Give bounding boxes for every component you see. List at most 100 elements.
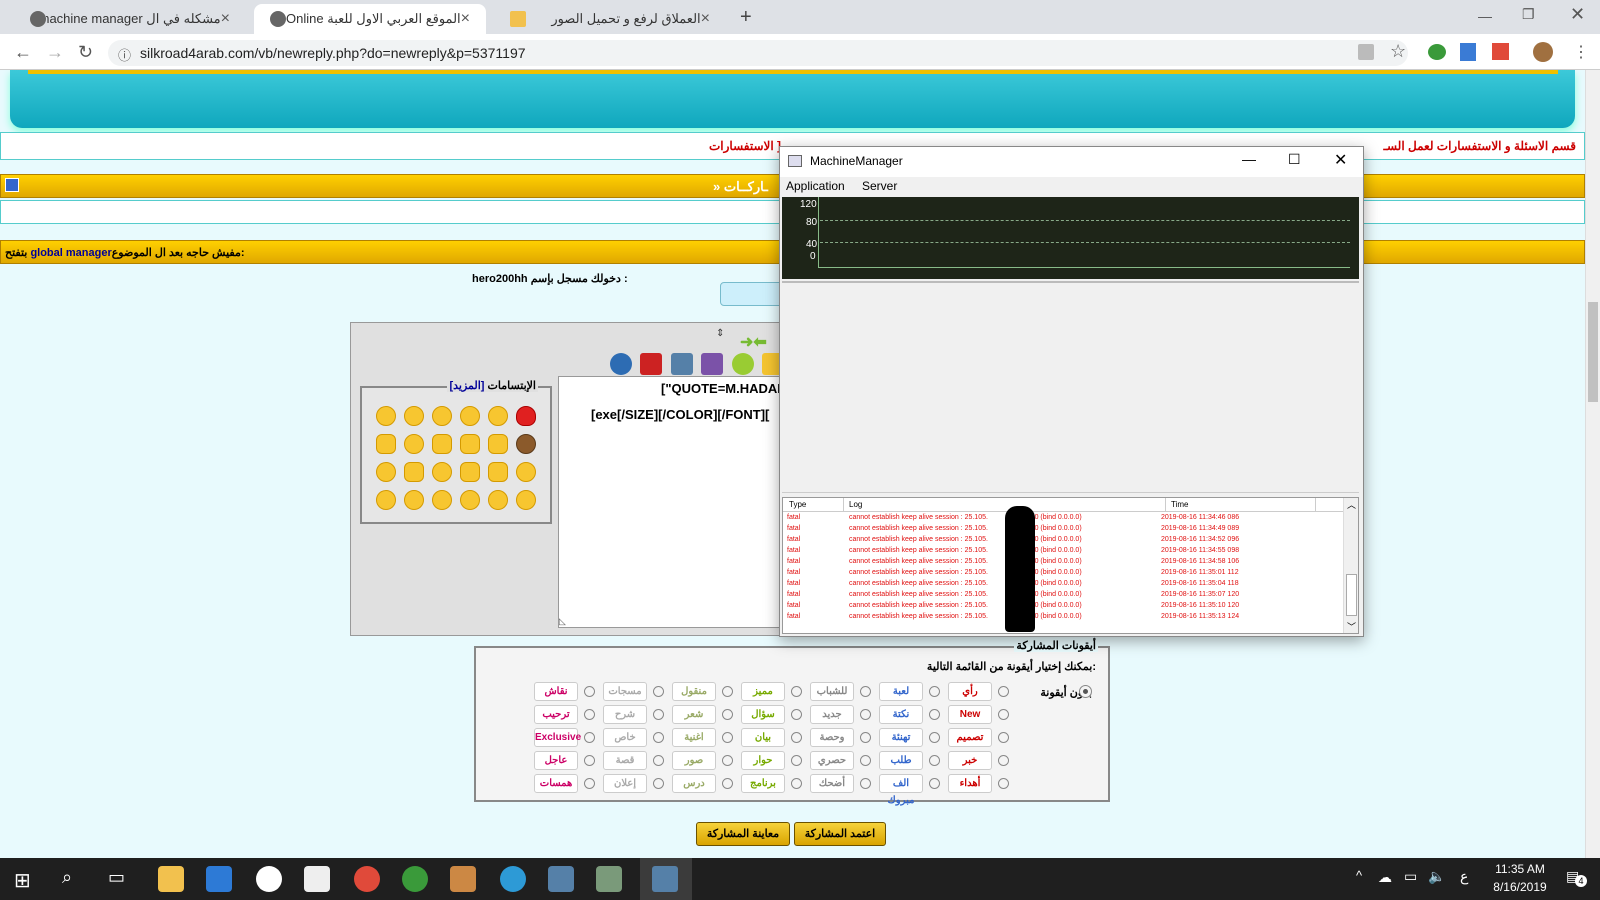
windows-start-icon[interactable]: ⊞: [14, 868, 31, 893]
smiley-icon[interactable]: [460, 490, 480, 510]
log-list[interactable]: Type Log Time fatal cannot establish keep…: [782, 497, 1359, 634]
search-icon[interactable]: ⌕: [62, 867, 72, 888]
post-icon-radio[interactable]: [791, 778, 802, 789]
post-icon-badge[interactable]: نكتة: [879, 705, 923, 724]
post-icon-badge[interactable]: أضحك: [810, 774, 854, 793]
store-icon[interactable]: [206, 866, 232, 892]
post-icon-radio[interactable]: [929, 778, 940, 789]
post-icon-badge[interactable]: خبر: [948, 751, 992, 770]
post-icon-badge[interactable]: لعبة: [879, 682, 923, 701]
post-icon-badge[interactable]: همسات: [534, 774, 578, 793]
sunglasses-smiley-icon[interactable]: [516, 490, 536, 510]
smilies-more-link[interactable]: [المزيد]: [449, 380, 484, 392]
col-log[interactable]: Log: [849, 500, 862, 509]
post-icon-badge[interactable]: شرح: [603, 705, 647, 724]
post-icon-radio[interactable]: [791, 755, 802, 766]
video-icon[interactable]: [670, 353, 693, 375]
chrome-icon[interactable]: [354, 866, 380, 892]
chevron-up-icon[interactable]: ^: [1356, 868, 1362, 883]
smiley-icon[interactable]: [404, 406, 424, 426]
tab-image-upload[interactable]: × العملاق لرفع و تحميل الصور: [494, 4, 726, 34]
mode-button[interactable]: [720, 282, 780, 306]
post-icon-radio[interactable]: [722, 755, 733, 766]
scrollbar-thumb[interactable]: [1346, 574, 1357, 616]
restore-icon[interactable]: ❐: [1522, 6, 1535, 23]
post-icon-radio[interactable]: [929, 709, 940, 720]
post-icon-radio[interactable]: [653, 778, 664, 789]
post-icon-badge[interactable]: نقاش: [534, 682, 578, 701]
youtube-hd-icon[interactable]: [640, 353, 663, 375]
post-icon-badge[interactable]: جديد: [810, 705, 854, 724]
fist-icon[interactable]: [404, 462, 424, 482]
hand-icon[interactable]: [376, 434, 396, 454]
mail-icon[interactable]: [304, 866, 330, 892]
url-input[interactable]: ⓘ silkroad4arab.com/vb/newreply.php?do=n…: [108, 40, 1408, 66]
post-icon-badge[interactable]: الف مبروك: [879, 774, 923, 806]
volume-icon[interactable]: 🔈: [1428, 868, 1445, 885]
app-icon[interactable]: [500, 866, 526, 892]
smiley-icon[interactable]: [460, 406, 480, 426]
muscle-icon[interactable]: [488, 434, 508, 454]
smiley-icon[interactable]: [488, 490, 508, 510]
post-icon-radio[interactable]: [584, 686, 595, 697]
preview-button[interactable]: معاينة المشاركة: [696, 822, 790, 846]
smiley-icon[interactable]: [376, 462, 396, 482]
tab-machine-manager[interactable]: × مشكله في ال machine manager -: [14, 4, 246, 34]
post-icon-badge[interactable]: سؤال: [741, 705, 785, 724]
sunglasses-smiley-icon[interactable]: [516, 462, 536, 482]
clap-icon[interactable]: [488, 462, 508, 482]
clock[interactable]: 11:35 AM 8/16/2019: [1488, 862, 1552, 894]
post-icon-radio[interactable]: [929, 755, 940, 766]
hand-icon[interactable]: [460, 434, 480, 454]
extension-icon[interactable]: [1492, 43, 1509, 60]
post-icon-badge[interactable]: عاجل: [534, 751, 578, 770]
menu-icon[interactable]: ⋮: [1573, 42, 1589, 62]
post-icon-radio[interactable]: [860, 709, 871, 720]
post-icon-badge[interactable]: حصري: [810, 751, 854, 770]
avatar[interactable]: [1533, 42, 1553, 62]
post-icon-radio[interactable]: [791, 709, 802, 720]
close-window-icon[interactable]: ✕: [1570, 4, 1585, 25]
post-icon-badge[interactable]: برنامج: [741, 774, 785, 793]
submit-button[interactable]: اعتمد المشاركة: [794, 822, 886, 846]
collapse-icon[interactable]: [5, 178, 19, 192]
close-tab-icon[interactable]: ×: [461, 10, 470, 28]
post-icon-badge[interactable]: للشباب: [810, 682, 854, 701]
menu-application[interactable]: Application: [786, 179, 845, 193]
resize-icon[interactable]: ⇕: [716, 328, 724, 339]
post-icon-radio[interactable]: [860, 686, 871, 697]
post-icon-radio[interactable]: [860, 732, 871, 743]
post-icon-radio[interactable]: [860, 778, 871, 789]
app-icon[interactable]: [402, 866, 428, 892]
post-icon-badge[interactable]: مسجات: [603, 682, 647, 701]
post-icon-badge[interactable]: New: [948, 705, 992, 724]
post-icon-badge[interactable]: منقول: [672, 682, 716, 701]
network-icon[interactable]: ▭: [1404, 868, 1417, 885]
reload-icon[interactable]: ↻: [78, 42, 93, 63]
file-explorer-icon[interactable]: [158, 866, 184, 892]
post-icon-badge[interactable]: بيان: [741, 728, 785, 747]
chevron-up-icon[interactable]: ︿: [1347, 498, 1356, 511]
post-icon-radio[interactable]: [653, 686, 664, 697]
post-icon-badge[interactable]: قصة: [603, 751, 647, 770]
post-icon-radio[interactable]: [653, 732, 664, 743]
resize-grip-icon[interactable]: ◺: [559, 616, 566, 627]
smiley-icon[interactable]: [432, 406, 452, 426]
post-icon-badge[interactable]: تصميم: [948, 728, 992, 747]
chevron-down-icon[interactable]: ﹀: [1347, 620, 1356, 633]
post-icon-radio[interactable]: [722, 732, 733, 743]
smiley-icon[interactable]: [376, 490, 396, 510]
post-icon-radio[interactable]: [998, 686, 1009, 697]
col-time[interactable]: Time: [1171, 500, 1188, 509]
forward-icon[interactable]: →: [46, 42, 64, 63]
close-tab-icon[interactable]: ×: [701, 10, 710, 28]
post-icon-badge[interactable]: وحصة: [810, 728, 854, 747]
post-icon-badge[interactable]: رأي: [948, 682, 992, 701]
tab-silkroad[interactable]: × الموقع العربي الاول للعبة Online :: [254, 4, 486, 34]
post-icon-radio[interactable]: [722, 709, 733, 720]
smiley-icon[interactable]: [432, 490, 452, 510]
extension-icon[interactable]: [1428, 44, 1446, 60]
gear-icon[interactable]: [731, 353, 754, 375]
post-icon-badge[interactable]: أهداء: [948, 774, 992, 793]
app-icon[interactable]: [450, 866, 476, 892]
